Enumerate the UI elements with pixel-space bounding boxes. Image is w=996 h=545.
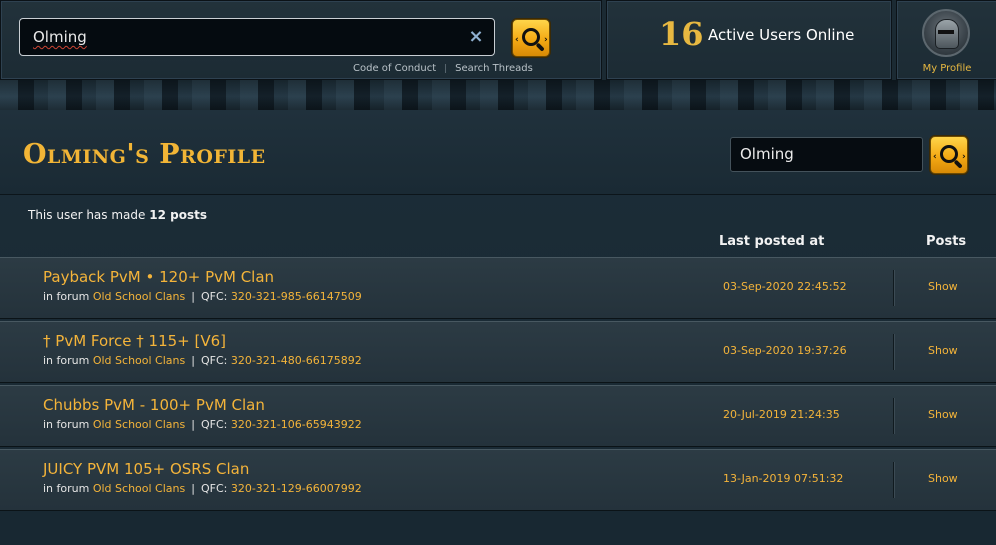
chevron-right-icon: › [962,152,966,162]
search-panel: Olming × ‹ › Code of Conduct Search Threa… [0,0,602,80]
profile-search-button[interactable]: ‹ › [930,136,968,174]
avatar[interactable] [922,9,970,57]
code-of-conduct-link[interactable]: Code of Conduct [353,63,436,74]
thread-meta: in forum Old School Clans | QFC: 320-321-1… [43,418,362,431]
qfc-code[interactable]: 320-321-480-66175892 [231,354,362,367]
show-posts-link[interactable]: Show [928,280,958,293]
table-row: Payback PvM • 120+ PvM Clan in forum Old… [0,257,996,319]
qfc-label: QFC: [200,354,228,367]
forum-link[interactable]: Old School Clans [93,418,185,431]
column-header-posts: Posts [926,234,967,249]
my-profile-panel[interactable]: My Profile [896,0,996,80]
thread-title-link[interactable]: † PvM Force † 115+ [V6] [43,332,226,350]
posts-summary-text: This user has made [28,208,146,222]
table-row: † PvM Force † 115+ [V6] in forum Old Sch… [0,321,996,383]
qfc-label: QFC: [200,290,228,303]
thread-title-link[interactable]: Payback PvM • 120+ PvM Clan [43,268,274,286]
row-divider [893,398,894,434]
page-title: Olming's Profile [23,139,266,170]
table-row: JUICY PVM 105+ OSRS Clan in forum Old Sc… [0,449,996,511]
row-divider [893,270,894,306]
forum-link[interactable]: Old School Clans [93,482,185,495]
in-forum-label: in forum [43,418,90,431]
profile-header: Olming's Profile Olming ‹ › [0,110,996,195]
qfc-code[interactable]: 320-321-129-66007992 [231,482,362,495]
clear-search-icon[interactable]: × [467,28,485,46]
thread-meta: in forum Old School Clans | QFC: 320-321-4… [43,354,362,367]
show-posts-link[interactable]: Show [928,408,958,421]
forum-link[interactable]: Old School Clans [93,290,185,303]
posts-summary: This user has made 12 posts [28,208,207,222]
show-posts-link[interactable]: Show [928,472,958,485]
meta-separator: | [191,290,195,303]
in-forum-label: in forum [43,482,90,495]
active-users-label: Active Users Online [708,26,855,44]
row-divider [893,462,894,498]
qfc-code[interactable]: 320-321-106-65943922 [231,418,362,431]
column-header-last-posted: Last posted at [719,234,825,249]
thread-meta: in forum Old School Clans | QFC: 320-321-9… [43,290,362,303]
top-links: Code of Conduct Search Threads [353,63,533,74]
qfc-label: QFC: [200,418,228,431]
top-bar: Olming × ‹ › Code of Conduct Search Threa… [0,0,996,80]
chevron-left-icon: ‹ [933,152,937,162]
thread-title-link[interactable]: Chubbs PvM - 100+ PvM Clan [43,396,265,414]
forum-link[interactable]: Old School Clans [93,354,185,367]
my-profile-link[interactable]: My Profile [897,63,996,74]
meta-separator: | [191,482,195,495]
decorative-band [0,80,996,112]
thread-meta: in forum Old School Clans | QFC: 320-321-1… [43,482,362,495]
search-input[interactable]: Olming [19,18,495,56]
meta-separator: | [191,418,195,431]
chevron-right-icon: › [544,35,548,45]
qfc-code[interactable]: 320-321-985-66147509 [231,290,362,303]
chevron-left-icon: ‹ [515,35,519,45]
thread-title-link[interactable]: JUICY PVM 105+ OSRS Clan [43,460,249,478]
qfc-label: QFC: [200,482,228,495]
search-button[interactable]: ‹ › [512,19,550,57]
show-posts-link[interactable]: Show [928,344,958,357]
in-forum-label: in forum [43,354,90,367]
active-users-panel: 16 Active Users Online [606,0,892,80]
meta-separator: | [191,354,195,367]
helmet-icon [935,19,959,49]
in-forum-label: in forum [43,290,90,303]
profile-search-input[interactable]: Olming [730,137,923,172]
last-posted-date: 03-Sep-2020 22:45:52 [723,280,847,293]
last-posted-date: 20-Jul-2019 21:24:35 [723,408,840,421]
table-row: Chubbs PvM - 100+ PvM Clan in forum Old … [0,385,996,447]
link-separator [445,63,447,73]
row-divider [893,334,894,370]
visor-slit [938,30,954,34]
main-content: Olming's Profile Olming ‹ › This user ha… [0,110,996,545]
search-threads-link[interactable]: Search Threads [455,63,533,74]
posts-count: 12 posts [149,208,207,222]
active-users-count: 16 [659,15,704,53]
last-posted-date: 13-Jan-2019 07:51:32 [723,472,844,485]
last-posted-date: 03-Sep-2020 19:37:26 [723,344,847,357]
